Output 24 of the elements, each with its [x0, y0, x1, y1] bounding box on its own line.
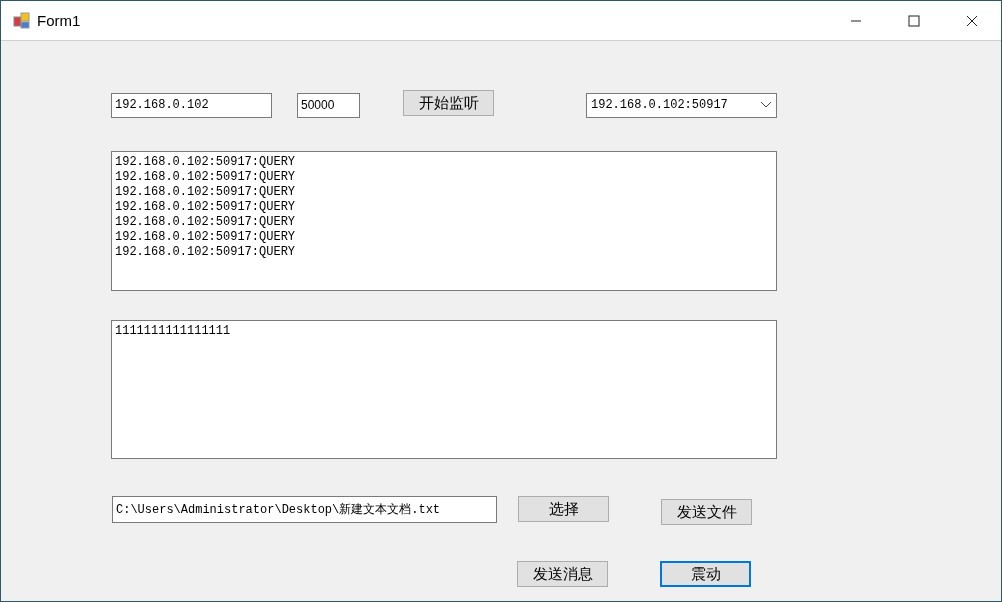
log-line: 192.168.0.102:50917:QUERY	[115, 200, 297, 215]
file-path-field[interactable]: C:\Users\Administrator\Desktop\新建文本文档.txt	[112, 496, 497, 523]
listen-button[interactable]: 开始监听	[403, 90, 494, 116]
ip-field[interactable]: 192.168.0.102	[111, 92, 272, 118]
port-field[interactable]: 50000	[297, 92, 360, 118]
log-line: 192.168.0.102:50917:QUERY	[115, 245, 297, 260]
log-line: 192.168.0.102:50917:QUERY	[115, 170, 297, 185]
window-title: Form1	[37, 12, 81, 29]
log-line: 192.168.0.102:50917:QUERY	[115, 185, 297, 200]
message-field[interactable]: 1111111111111111	[111, 320, 777, 459]
client-dropdown[interactable]: 192.168.0.102:50917	[586, 92, 777, 118]
log-line: 192.168.0.102:50917:QUERY	[115, 215, 297, 230]
chevron-down-icon	[760, 101, 772, 109]
form-icon	[13, 11, 31, 30]
send-file-button[interactable]: 发送文件	[661, 499, 752, 525]
close-icon[interactable]	[966, 14, 978, 27]
send-message-button[interactable]: 发送消息	[517, 561, 608, 587]
log-textbox[interactable]: 192.168.0.102:50917:QUERY 192.168.0.102:50917:QUERY 192.168.0.102:50917:QUERY 192.168.0.102:50917:QUERY 192.168.0.102:50917:QUERY 192.168.0.102:50917:QUERY 192.168.0.102:50917:QUERY	[111, 151, 777, 291]
maximize-icon[interactable]	[908, 14, 920, 27]
vibrate-button[interactable]: 震动	[660, 561, 751, 587]
log-line: 192.168.0.102:50917:QUERY	[115, 230, 297, 245]
dropdown-value: 192.168.0.102:50917	[591, 98, 728, 112]
log-line: 192.168.0.102:50917:QUERY	[115, 155, 297, 170]
choose-button[interactable]: 选择	[518, 496, 609, 522]
